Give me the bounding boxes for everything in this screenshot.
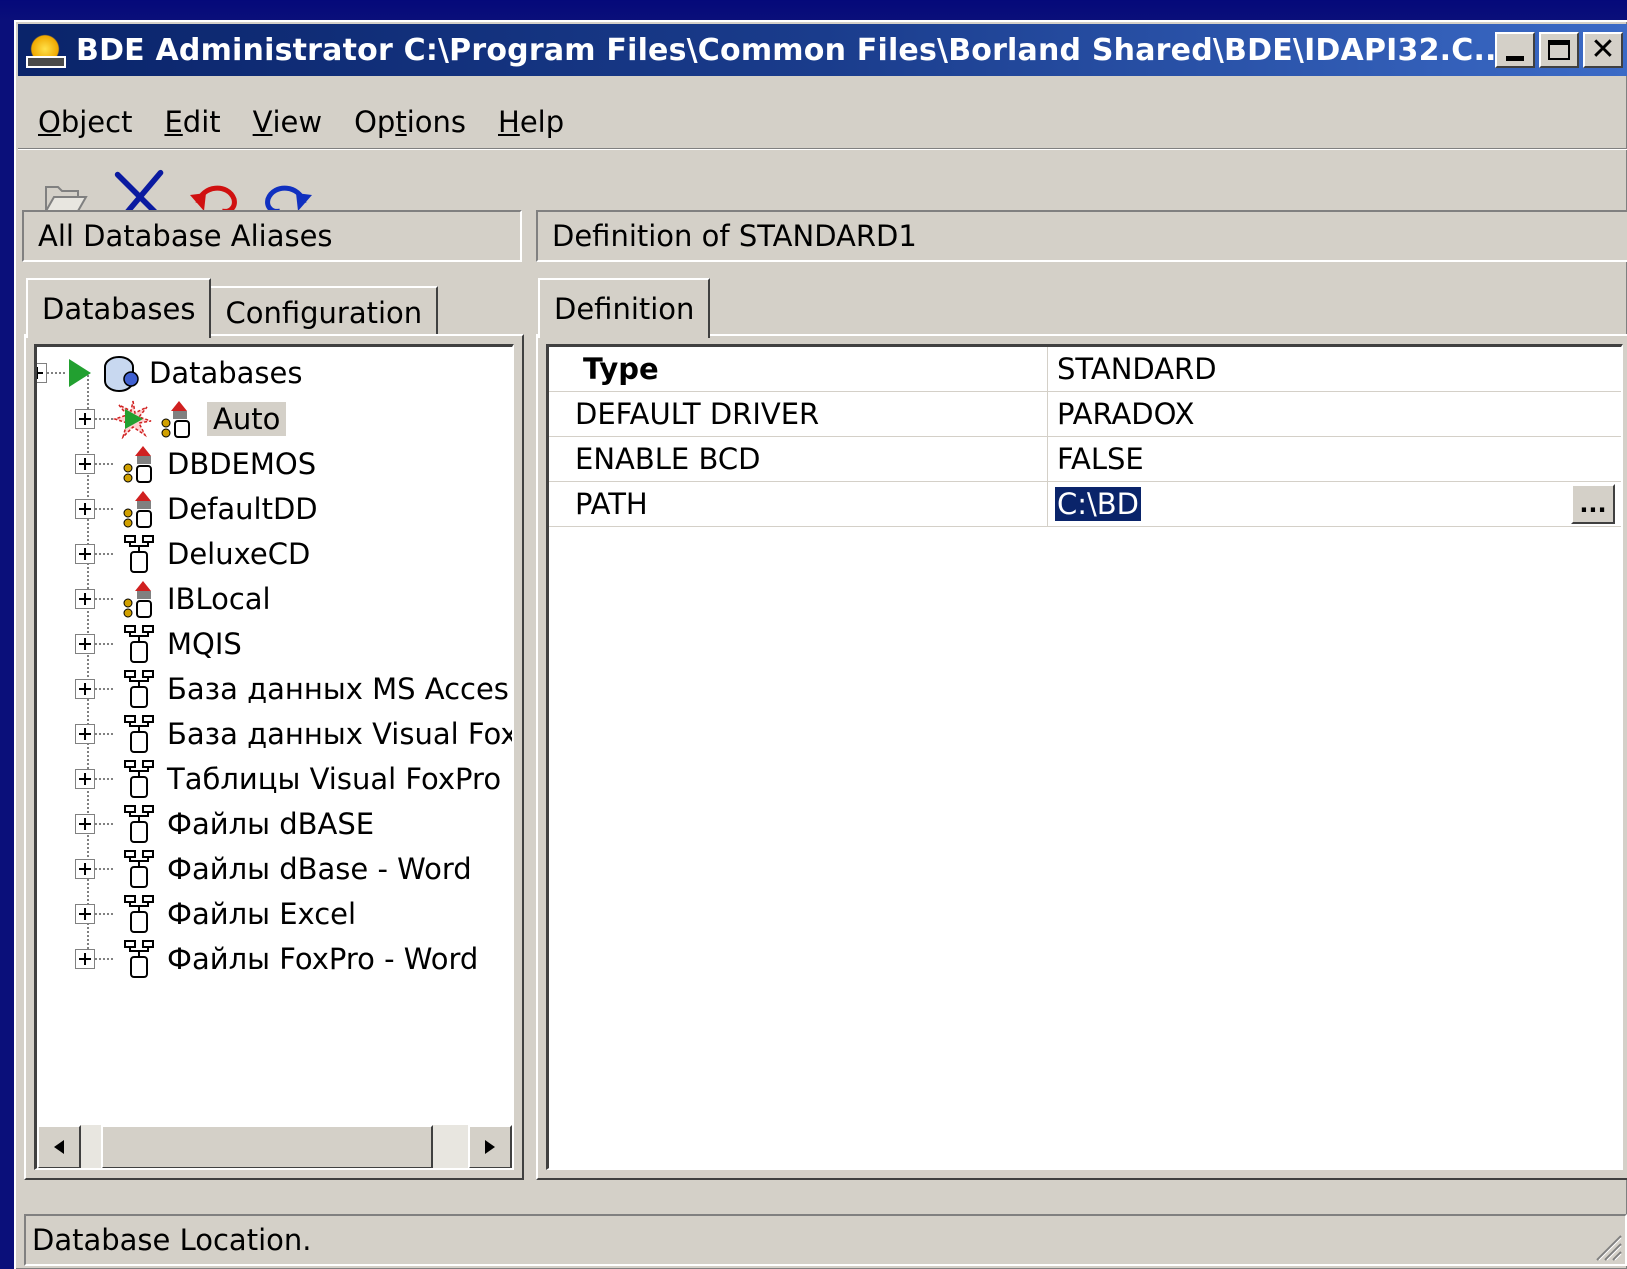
resize-grip-icon[interactable] [1591,1230,1623,1262]
databases-root-icon [104,356,139,392]
tree-expand-toggle[interactable] [75,409,95,429]
property-name: PATH [575,487,648,521]
tree-item[interactable]: Файлы dBase - Word [75,847,472,891]
paradox-alias-icon [123,446,152,483]
grid-row-default-driver[interactable]: DEFAULT DRIVER PARADOX [549,392,1621,437]
menu-object[interactable]: Object [26,100,148,144]
tree-item[interactable]: База данных Visual FoxF [75,712,512,756]
odbc-alias-icon [124,670,154,708]
tree-expand-toggle[interactable] [75,724,95,744]
paradox-alias-icon [123,491,152,528]
grid-row-type[interactable]: Type STANDARD [549,347,1621,392]
desktop-background [0,0,1627,20]
databases-tab-page: Databases Auto DBDEMOS DefaultDD DeluxeC… [24,334,524,1180]
title-bar[interactable]: BDE Administrator C:\Program Files\Commo… [18,24,1627,76]
arrow-right-icon [485,1140,495,1154]
odbc-alias-icon [124,535,154,573]
tab-definition[interactable]: Definition [538,278,711,338]
grid-row-path[interactable]: PATH C:\BD ... [549,482,1621,527]
menu-help[interactable]: Help [482,100,580,144]
tree-item[interactable]: DeluxeCD [75,532,310,576]
arrow-left-icon [54,1140,64,1154]
odbc-alias-icon [124,760,154,798]
active-burst-icon [113,400,152,439]
tree-expand-toggle[interactable] [75,589,95,609]
odbc-alias-icon [124,625,154,663]
scroll-right-button[interactable] [468,1125,512,1168]
tree-expand-toggle[interactable] [75,904,95,924]
tree-expand-toggle[interactable] [75,949,95,969]
grid-row-enable-bcd[interactable]: ENABLE BCD FALSE [549,437,1621,482]
odbc-alias-icon [124,805,154,843]
property-name: Type [583,352,659,386]
tree-horizontal-scrollbar[interactable] [37,1124,512,1168]
bde-app-icon [24,30,70,70]
close-icon: ✕ [1590,32,1616,67]
tree-expand-toggle[interactable] [75,814,95,834]
tree-expand-toggle[interactable] [75,679,95,699]
maximize-icon [1548,40,1570,60]
close-button[interactable]: ✕ [1583,32,1623,68]
definition-grid[interactable]: Type STANDARD DEFAULT DRIVER PARADOX ENA… [546,344,1623,1170]
property-name: DEFAULT DRIVER [575,397,820,431]
tree-item[interactable]: MQIS [75,622,242,666]
tab-databases[interactable]: Databases [26,278,212,338]
tree-expand-toggle[interactable] [75,544,95,564]
menu-options[interactable]: Op t ions [338,100,482,144]
right-tabs: Definition [538,278,711,338]
menu-bar: Object Edit View Op t ions Help [26,100,580,144]
property-value: PARADOX [1057,397,1195,431]
right-panel-header: Definition of STANDARD1 [536,210,1627,262]
path-value-input[interactable]: C:\BD [1055,482,1142,526]
toolbar-separator [18,148,1627,150]
tree-expand-toggle[interactable] [75,769,95,789]
minimize-icon [1506,55,1524,61]
tree-item[interactable]: Таблицы Visual FoxPro [75,757,501,801]
property-value: FALSE [1057,442,1144,476]
property-name: ENABLE BCD [575,442,761,476]
tree-item[interactable]: Auto [75,397,287,441]
maximize-button[interactable] [1539,32,1579,68]
tree-item[interactable]: Файлы dBASE [75,802,374,846]
tree-item[interactable]: База данных MS Acces: [75,667,512,711]
tree-root[interactable]: Databases [37,351,302,395]
tree-item[interactable]: IBLocal [75,577,271,621]
definition-tab-page: Type STANDARD DEFAULT DRIVER PARADOX ENA… [536,334,1627,1180]
paradox-alias-icon [123,581,152,618]
menu-edit[interactable]: Edit [148,100,236,144]
browse-ellipsis-button[interactable]: ... [1571,484,1615,524]
tree-expand-toggle[interactable] [75,454,95,474]
tab-configuration[interactable]: Configuration [209,286,439,338]
tree-expand-toggle[interactable] [75,634,95,654]
tree-item[interactable]: Файлы Excel [75,892,356,936]
odbc-alias-icon [124,850,154,888]
tree-item[interactable]: DBDEMOS [75,442,316,486]
window-title: BDE Administrator C:\Program Files\Commo… [76,32,1509,68]
tree-item[interactable]: DefaultDD [75,487,318,531]
menu-view[interactable]: View [237,100,338,144]
scroll-thumb[interactable] [101,1125,433,1168]
play-icon [69,359,91,387]
odbc-alias-icon [124,940,154,978]
alias-tree[interactable]: Databases Auto DBDEMOS DefaultDD DeluxeC… [34,344,514,1170]
tree-expand-toggle[interactable] [75,859,95,879]
tree-expand-toggle[interactable] [75,499,95,519]
minimize-button[interactable] [1495,32,1535,68]
tree-item[interactable]: Файлы FoxPro - Word [75,937,478,981]
selected-path-text: C:\BD [1055,487,1142,521]
odbc-alias-icon [124,895,154,933]
left-panel-header: All Database Aliases [22,210,522,262]
property-value: STANDARD [1057,352,1217,386]
scroll-left-button[interactable] [37,1125,81,1168]
status-bar: Database Location. [24,1214,1627,1266]
tree-collapse-toggle[interactable] [37,363,47,383]
alias-active-icon [161,401,190,438]
odbc-alias-icon [124,715,154,753]
bde-administrator-window: BDE Administrator C:\Program Files\Commo… [14,20,1627,1269]
left-tabs: Databases Configuration [26,278,439,338]
